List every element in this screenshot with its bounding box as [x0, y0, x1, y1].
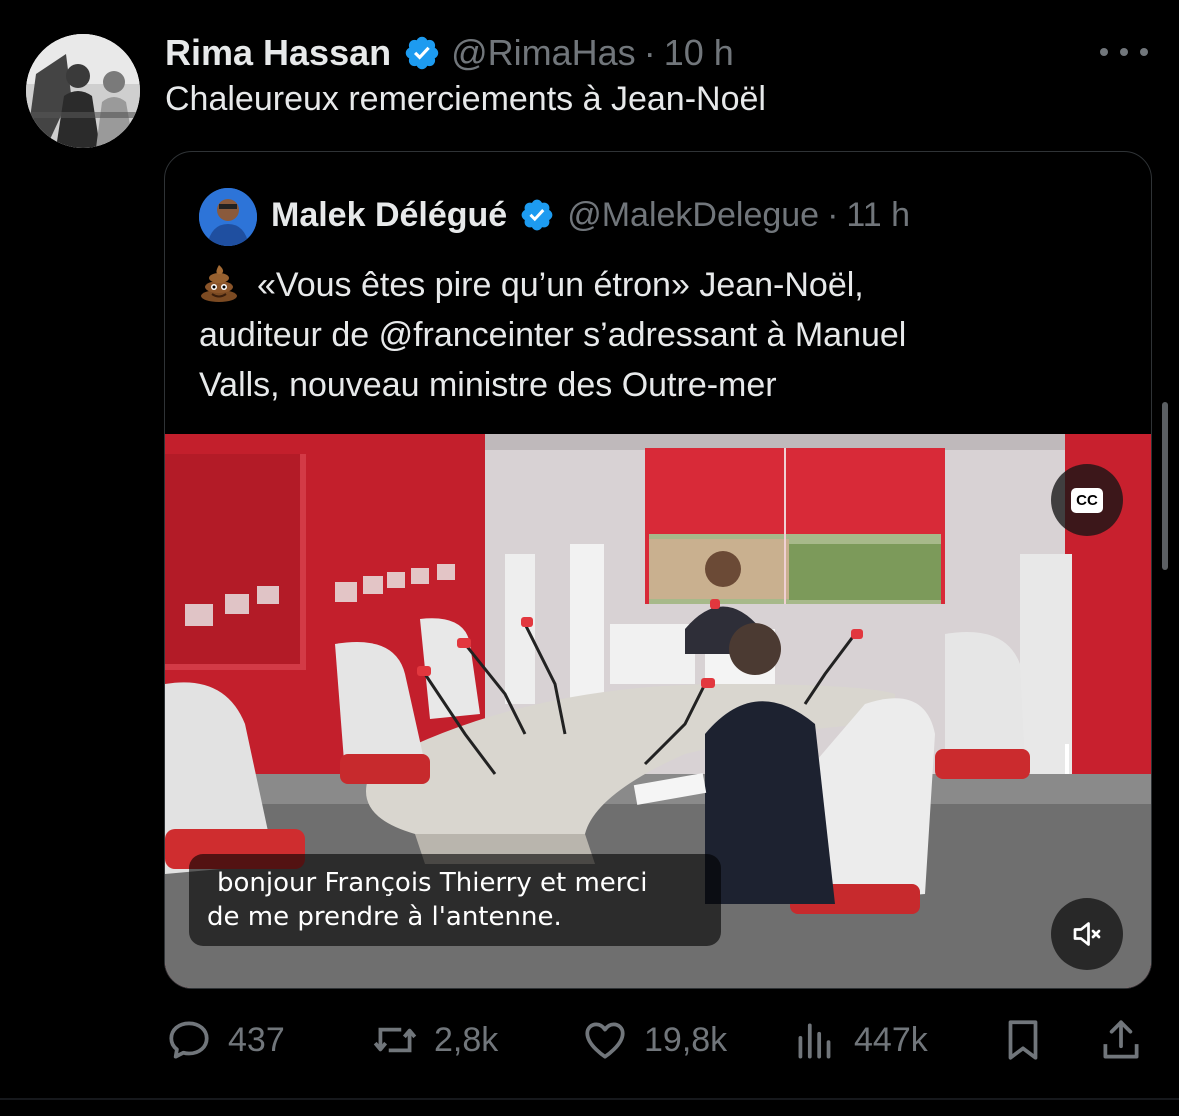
views-count: 447k [854, 1020, 928, 1059]
heart-icon [585, 1022, 625, 1059]
share-icon [1103, 1020, 1139, 1059]
mute-toggle-button[interactable] [1051, 898, 1123, 970]
share-button[interactable] [1096, 1010, 1146, 1070]
like-button[interactable]: 19,8k [580, 1010, 727, 1070]
bookmark-icon [1008, 1020, 1038, 1060]
caption-line-1: bonjour François Thierry et merci [217, 868, 648, 898]
views-button[interactable]: 447k [790, 1010, 928, 1070]
verified-badge-icon [405, 36, 439, 70]
quoted-text-line-3: Valls, nouveau ministre des Outre-mer [199, 366, 777, 404]
caption-line-2: de me prendre à l'antenne. [207, 902, 562, 932]
author-handle[interactable]: @RimaHas [451, 32, 636, 74]
verified-badge-icon [521, 199, 553, 231]
quoted-tweet-header: Malek Délégué @MalekDelegue · 11 h [271, 192, 910, 238]
quoted-author-name[interactable]: Malek Délégué [271, 196, 507, 235]
divider [0, 1098, 1179, 1100]
quoted-text-line-1: «Vous êtes pire qu’un étron» Jean-Noël, [257, 266, 864, 304]
reply-icon [169, 1021, 209, 1059]
repost-button[interactable]: 2,8k [370, 1010, 498, 1070]
bookmark-button[interactable] [998, 1010, 1048, 1070]
quoted-author-avatar[interactable] [199, 188, 257, 246]
more-options-icon[interactable] [1100, 40, 1148, 64]
reply-count: 437 [228, 1020, 285, 1059]
quoted-text-line-2: auditeur de @franceinter s’adressant à M… [199, 316, 907, 354]
repost-count: 2,8k [434, 1020, 499, 1059]
author-avatar[interactable] [26, 34, 140, 148]
separator-dot: · [643, 32, 656, 73]
views-chart-icon [798, 1023, 831, 1059]
pile-of-poo-icon [201, 265, 237, 302]
repost-icon [373, 1027, 417, 1053]
video-player[interactable]: CC bonjour François Thierry et merci de … [165, 434, 1151, 988]
tweet-timestamp[interactable]: 10 h [664, 32, 734, 74]
like-count: 19,8k [644, 1020, 728, 1059]
speaker-muted-icon [1073, 922, 1101, 946]
closed-captions-button[interactable]: CC [1051, 464, 1123, 536]
separator-dot: · [827, 195, 839, 234]
tweet-text: Chaleureux remerciements à Jean-Noël [165, 80, 766, 118]
reply-button[interactable]: 437 [164, 1010, 285, 1070]
scrollbar[interactable] [1162, 402, 1168, 570]
cc-icon: CC [1071, 487, 1103, 513]
quoted-tweet-text: «Vous êtes pire qu’un étron» Jean-Noël, … [199, 260, 1099, 410]
tweet-actions-bar: 437 2,8k 19,8k 447k [0, 1010, 1179, 1070]
quoted-author-handle[interactable]: @MalekDelegue [567, 196, 819, 235]
video-caption: bonjour François Thierry et merci de me … [189, 854, 721, 946]
tweet-header: Rima Hassan @RimaHas · 10 h [165, 30, 734, 76]
quoted-tweet-card[interactable]: Malek Délégué @MalekDelegue · 11 h «Vous… [164, 151, 1152, 989]
author-name[interactable]: Rima Hassan [165, 32, 391, 74]
quoted-timestamp[interactable]: 11 h [846, 196, 910, 235]
